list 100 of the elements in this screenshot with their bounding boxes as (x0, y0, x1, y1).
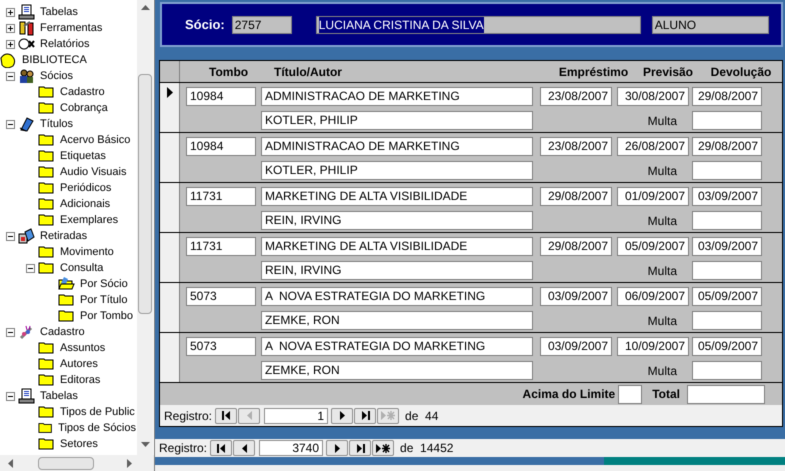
loan-date-field[interactable]: 03/09/2007 (540, 287, 612, 306)
horizontal-scrollbar[interactable] (0, 455, 154, 471)
total-field[interactable] (687, 384, 765, 404)
expand-icon[interactable] (6, 40, 14, 48)
next-record-button[interactable] (326, 440, 348, 456)
loan-date-field[interactable]: 29/08/2007 (540, 237, 612, 256)
scroll-right-icon[interactable] (127, 458, 132, 468)
book-number-field[interactable]: 11731 (186, 237, 256, 256)
due-date-field[interactable]: 10/09/2007 (617, 337, 689, 356)
tree-item[interactable]: Por Sócio (79, 277, 129, 291)
loan-date-field[interactable]: 23/08/2007 (540, 137, 612, 156)
first-record-button[interactable] (215, 408, 238, 424)
return-date-field[interactable]: 03/09/2007 (692, 187, 762, 206)
scroll-up-icon[interactable] (140, 5, 150, 10)
book-number-field[interactable]: 10984 (186, 87, 256, 106)
member-category-field[interactable]: ALUNO (652, 16, 769, 34)
tree-item[interactable]: Retiradas (39, 229, 88, 243)
first-record-button[interactable] (210, 440, 232, 456)
member-code-field[interactable]: 2757 (232, 16, 292, 34)
fine-field[interactable] (692, 361, 762, 380)
author-field[interactable]: REIN, IRVING (261, 261, 533, 280)
return-date-field[interactable]: 03/09/2007 (692, 237, 762, 256)
new-record-button[interactable] (372, 440, 394, 456)
collapse-icon[interactable] (6, 392, 14, 400)
over-limit-field[interactable] (618, 384, 642, 404)
book-number-field[interactable]: 10984 (186, 137, 256, 156)
loan-date-field[interactable]: 29/08/2007 (540, 187, 612, 206)
fine-field[interactable] (692, 111, 762, 130)
collapse-icon[interactable] (6, 120, 14, 128)
due-date-field[interactable]: 30/08/2007 (617, 87, 689, 106)
tree-item[interactable]: Exemplares (59, 213, 120, 227)
collapse-icon[interactable] (6, 232, 14, 240)
return-date-field[interactable]: 05/09/2007 (692, 337, 762, 356)
next-record-button[interactable] (331, 408, 354, 424)
scroll-left-icon[interactable] (8, 458, 13, 468)
record-selector[interactable] (160, 83, 180, 132)
tree-item[interactable]: Relatórios (39, 37, 91, 51)
tree-item[interactable]: Setores (59, 437, 99, 451)
due-date-field[interactable]: 05/09/2007 (617, 237, 689, 256)
author-field[interactable]: REIN, IRVING (261, 211, 533, 230)
fine-field[interactable] (692, 261, 762, 280)
title-field[interactable]: MARKETING DE ALTA VISIBILIDADE (261, 237, 533, 256)
author-field[interactable]: ZEMKE, RON (261, 311, 533, 330)
tree-item[interactable]: Por Tombo (79, 309, 134, 323)
tree-item[interactable]: Periódicos (59, 181, 112, 195)
collapse-icon[interactable] (6, 72, 14, 80)
return-date-field[interactable]: 29/08/2007 (692, 87, 762, 106)
tree-item[interactable]: Por Título (79, 293, 128, 307)
tree-item[interactable]: Consulta (59, 261, 104, 275)
tree-item[interactable]: Ferramentas (39, 21, 104, 35)
scrollbar-thumb[interactable] (138, 74, 152, 314)
tree-item[interactable]: Tipos de Public (59, 405, 136, 419)
tree-item[interactable]: Editoras (59, 373, 102, 387)
tree-item[interactable]: BIBLIOTECA (21, 53, 88, 67)
tree-item[interactable]: Movimento (59, 245, 115, 259)
loan-date-field[interactable]: 23/08/2007 (540, 87, 612, 106)
return-date-field[interactable]: 29/08/2007 (692, 137, 762, 156)
expand-icon[interactable] (6, 8, 14, 16)
tree-item[interactable]: Autores (59, 357, 99, 371)
author-field[interactable]: ZEMKE, RON (261, 361, 533, 380)
last-record-button[interactable] (349, 440, 372, 456)
collapse-icon[interactable] (6, 328, 14, 336)
record-number-field[interactable]: 3740 (259, 440, 324, 456)
tree-item[interactable]: Cadastro (39, 325, 86, 339)
vertical-scrollbar[interactable] (137, 0, 153, 455)
title-field[interactable]: A NOVA ESTRATEGIA DO MARKETING (261, 337, 533, 356)
record-number-field[interactable]: 1 (264, 408, 328, 424)
tree-item[interactable]: Sócios (39, 69, 74, 83)
tree-item[interactable]: Etiquetas (59, 149, 107, 163)
title-field[interactable]: A NOVA ESTRATEGIA DO MARKETING (261, 287, 533, 306)
title-field[interactable]: MARKETING DE ALTA VISIBILIDADE (261, 187, 533, 206)
tree-item[interactable]: Adicionais (59, 197, 112, 211)
author-field[interactable]: KOTLER, PHILIP (261, 111, 533, 130)
scroll-down-icon[interactable] (140, 442, 150, 447)
title-field[interactable]: ADMINISTRACAO DE MARKETING (261, 87, 533, 106)
return-date-field[interactable]: 05/09/2007 (692, 287, 762, 306)
tree-item[interactable]: Cobrança (59, 101, 109, 115)
due-date-field[interactable]: 06/09/2007 (617, 287, 689, 306)
tree-item[interactable]: Tabelas (39, 5, 79, 19)
previous-record-button[interactable] (233, 440, 256, 456)
last-record-button[interactable] (354, 408, 376, 424)
due-date-field[interactable]: 26/08/2007 (617, 137, 689, 156)
tree-item[interactable]: Cadastro (59, 85, 106, 99)
book-number-field[interactable]: 11731 (186, 187, 256, 206)
due-date-field[interactable]: 01/09/2007 (617, 187, 689, 206)
collapse-icon[interactable] (26, 264, 34, 272)
loan-date-field[interactable]: 03/09/2007 (540, 337, 612, 356)
fine-field[interactable] (692, 161, 762, 180)
scrollbar-thumb[interactable] (38, 456, 94, 470)
member-name-field[interactable]: LUCIANA CRISTINA DA SILVA (316, 16, 641, 34)
tree-item[interactable]: Acervo Básico (59, 133, 132, 147)
tree-item[interactable]: Títulos (39, 117, 74, 131)
title-field[interactable]: ADMINISTRACAO DE MARKETING (261, 137, 533, 156)
expand-icon[interactable] (6, 24, 14, 32)
book-number-field[interactable]: 5073 (186, 287, 256, 306)
fine-field[interactable] (692, 311, 762, 330)
tree-item[interactable]: Assuntos (59, 341, 106, 355)
tree-item[interactable]: Audio Visuais (59, 165, 128, 179)
tree-item[interactable]: Tipos de Sócios (57, 421, 137, 435)
author-field[interactable]: KOTLER, PHILIP (261, 161, 533, 180)
